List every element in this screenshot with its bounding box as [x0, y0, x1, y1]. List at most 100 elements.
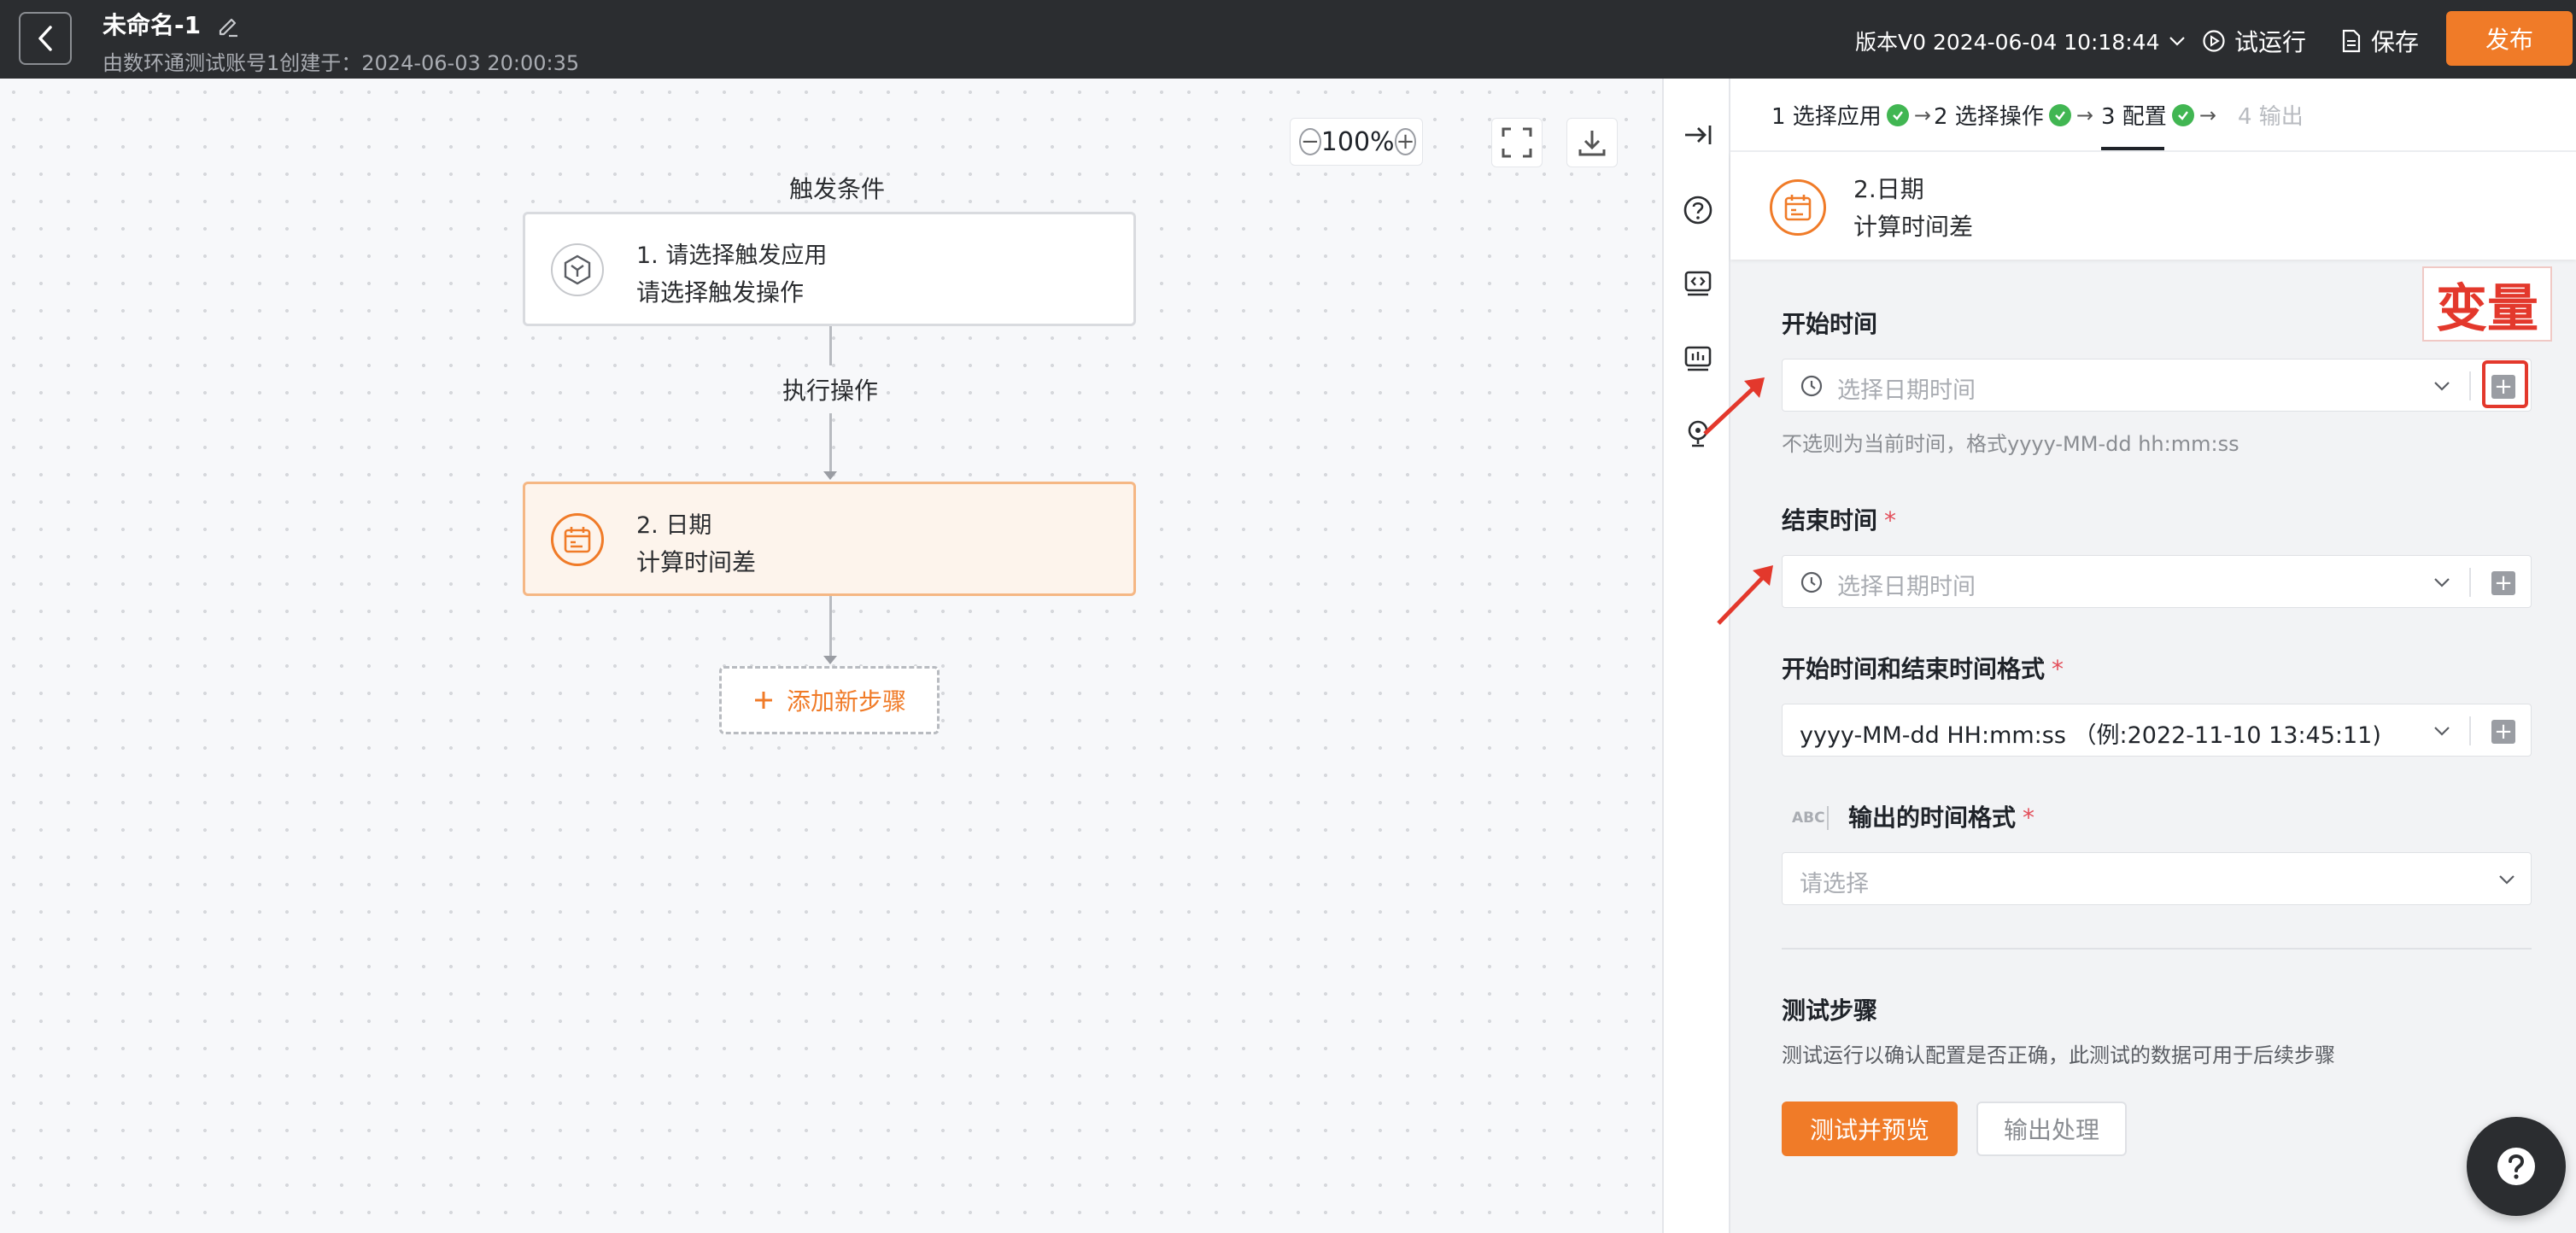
created-info: 由数环通测试账号1创建于：2024-06-03 20:00:35: [102, 51, 580, 75]
download-icon: [1578, 131, 1606, 156]
fullscreen-button[interactable]: [1491, 118, 1543, 167]
field-divider: [2469, 568, 2471, 597]
test-step-description: 测试运行以确认配置是否正确，此测试的数据可用于后续步骤: [1782, 1043, 2335, 1067]
publish-button[interactable]: 发布: [2446, 11, 2573, 66]
required-mark: *: [2052, 655, 2064, 683]
chevron-down-icon[interactable]: [2432, 377, 2452, 395]
action-label: 执行操作: [782, 377, 878, 405]
play-icon: [2203, 30, 2225, 52]
check-icon: [2048, 103, 2071, 126]
connector-arrow: [823, 471, 837, 480]
start-time-hint: 不选则为当前时间，格式yyyy-MM-dd hh:mm:ss: [1782, 432, 2239, 456]
end-time-label-text: 结束时间: [1782, 506, 1878, 535]
format-select[interactable]: yyyy-MM-dd HH:mm:ss （例:2022-11-10 13:45:…: [1782, 704, 2532, 757]
end-time-placeholder: 选择日期时间: [1837, 574, 1976, 600]
arrow-right-icon: →: [2075, 102, 2093, 127]
trial-run-label: 试运行: [2234, 28, 2307, 56]
zoom-in-button[interactable]: +: [1394, 128, 1417, 155]
help-chat-button[interactable]: [2467, 1117, 2566, 1216]
version-selector[interactable]: 版本V0 2024-06-04 10:18:44: [1855, 26, 2187, 56]
trigger-node[interactable]: 1. 请选择触发应用 请选择触发操作: [523, 212, 1136, 326]
section-divider: [1782, 948, 2532, 950]
chevron-down-icon: [2169, 37, 2186, 46]
zoom-control: − 100% +: [1290, 118, 1423, 166]
annotation-arrow: [1717, 565, 1773, 625]
format-label-text: 开始时间和结束时间格式: [1782, 655, 2046, 683]
active-step-indicator: [2101, 147, 2164, 150]
field-divider: [2469, 371, 2471, 400]
code-panel-icon[interactable]: [1681, 266, 1715, 301]
format-value: yyyy-MM-dd HH:mm:ss （例:2022-11-10 13:45:…: [1800, 722, 2381, 749]
flow-canvas[interactable]: − 100% + 触发条件 1. 请选择触发应用 请选择触发操作 执行操作 2.…: [0, 79, 1662, 1233]
save-button[interactable]: 保存: [2340, 24, 2419, 58]
start-time-field[interactable]: 选择日期时间 +: [1782, 359, 2532, 412]
add-step-button[interactable]: 添加新步骤: [719, 666, 940, 734]
step-output[interactable]: 4 输出: [2238, 99, 2304, 131]
required-mark: *: [1884, 506, 1897, 535]
test-preview-button[interactable]: 测试并预览: [1782, 1102, 1958, 1156]
field-divider: [2469, 716, 2471, 745]
step-configure[interactable]: 3 配置 →: [2101, 99, 2216, 131]
variable-annotation: 变量: [2422, 266, 2552, 342]
chevron-down-icon[interactable]: [2432, 573, 2452, 592]
document-icon: [2342, 29, 2361, 53]
add-step-label: 添加新步骤: [786, 687, 906, 716]
version-label: 版本V0 2024-06-04 10:18:44: [1855, 30, 2160, 55]
chevron-down-icon[interactable]: [2497, 870, 2517, 889]
date-node-title: 2. 日期: [636, 512, 712, 539]
plus-icon: [754, 692, 772, 709]
check-icon: [2171, 103, 2194, 126]
trigger-node-title: 1. 请选择触发应用: [636, 243, 828, 269]
calendar-icon: [1770, 179, 1826, 236]
output-processing-button[interactable]: 输出处理: [1976, 1102, 2127, 1156]
connector-line: [829, 413, 832, 473]
fullscreen-icon: [1502, 127, 1532, 158]
test-step-title: 测试步骤: [1782, 996, 1878, 1025]
card-subtitle: 计算时间差: [1853, 213, 1974, 241]
chevron-down-icon[interactable]: [2432, 722, 2452, 740]
selected-node-card: 2.日期 计算时间差: [1730, 152, 2576, 260]
type-tag-divider: [1827, 806, 1829, 830]
text-type-tag: ABC: [1792, 809, 1825, 827]
date-node-subtitle: 计算时间差: [636, 548, 757, 576]
trigger-label: 触发条件: [788, 175, 885, 203]
start-time-placeholder: 选择日期时间: [1837, 377, 1976, 404]
side-icon-bar: [1662, 79, 1730, 1233]
variable-highlight-box: [2482, 360, 2528, 408]
check-icon: [1886, 103, 1909, 126]
arrow-right-icon: →: [2198, 102, 2216, 127]
output-format-select[interactable]: 请选择: [1782, 852, 2532, 905]
zoom-out-button[interactable]: −: [1299, 128, 1321, 155]
step-select-app[interactable]: 1 选择应用 →: [1771, 99, 1931, 131]
step-label: 1 选择应用: [1771, 104, 1882, 130]
step-label: 2 选择操作: [1934, 104, 2044, 130]
clock-icon: [1800, 375, 1823, 397]
start-time-label: 开始时间: [1782, 310, 1878, 338]
collapse-panel-icon[interactable]: [1681, 118, 1715, 152]
insert-variable-button[interactable]: +: [2491, 571, 2515, 595]
trigger-node-subtitle: 请选择触发操作: [636, 278, 805, 307]
insert-variable-button[interactable]: +: [2491, 720, 2515, 744]
calendar-icon: [551, 513, 604, 566]
step-progress: 1 选择应用 → 2 选择操作 → 3 配置 → 4 输出: [1730, 79, 2576, 152]
connector-line: [829, 596, 832, 656]
app-cube-icon: [551, 243, 604, 296]
edit-title-icon[interactable]: [215, 12, 241, 41]
trial-run-button[interactable]: 试运行: [2202, 24, 2306, 58]
back-button[interactable]: [19, 12, 72, 65]
help-icon[interactable]: [1681, 193, 1715, 227]
output-format-placeholder: 请选择: [1800, 871, 1869, 897]
connector-line: [829, 326, 832, 365]
annotation-arrow: [1703, 377, 1765, 435]
card-title: 2.日期: [1853, 175, 1924, 203]
output-format-label: 输出的时间格式 *: [1848, 799, 2034, 833]
end-time-field[interactable]: 选择日期时间 +: [1782, 555, 2532, 608]
connector-arrow: [823, 656, 837, 664]
download-button[interactable]: [1566, 118, 1618, 167]
help-circle-icon: [2497, 1148, 2535, 1185]
date-node[interactable]: 2. 日期 计算时间差: [523, 482, 1136, 596]
output-format-label-text: 输出的时间格式: [1848, 803, 2017, 832]
step-select-action[interactable]: 2 选择操作 →: [1934, 99, 2093, 131]
step-label: 3 配置: [2101, 104, 2167, 130]
format-label: 开始时间和结束时间格式 *: [1782, 651, 2064, 685]
